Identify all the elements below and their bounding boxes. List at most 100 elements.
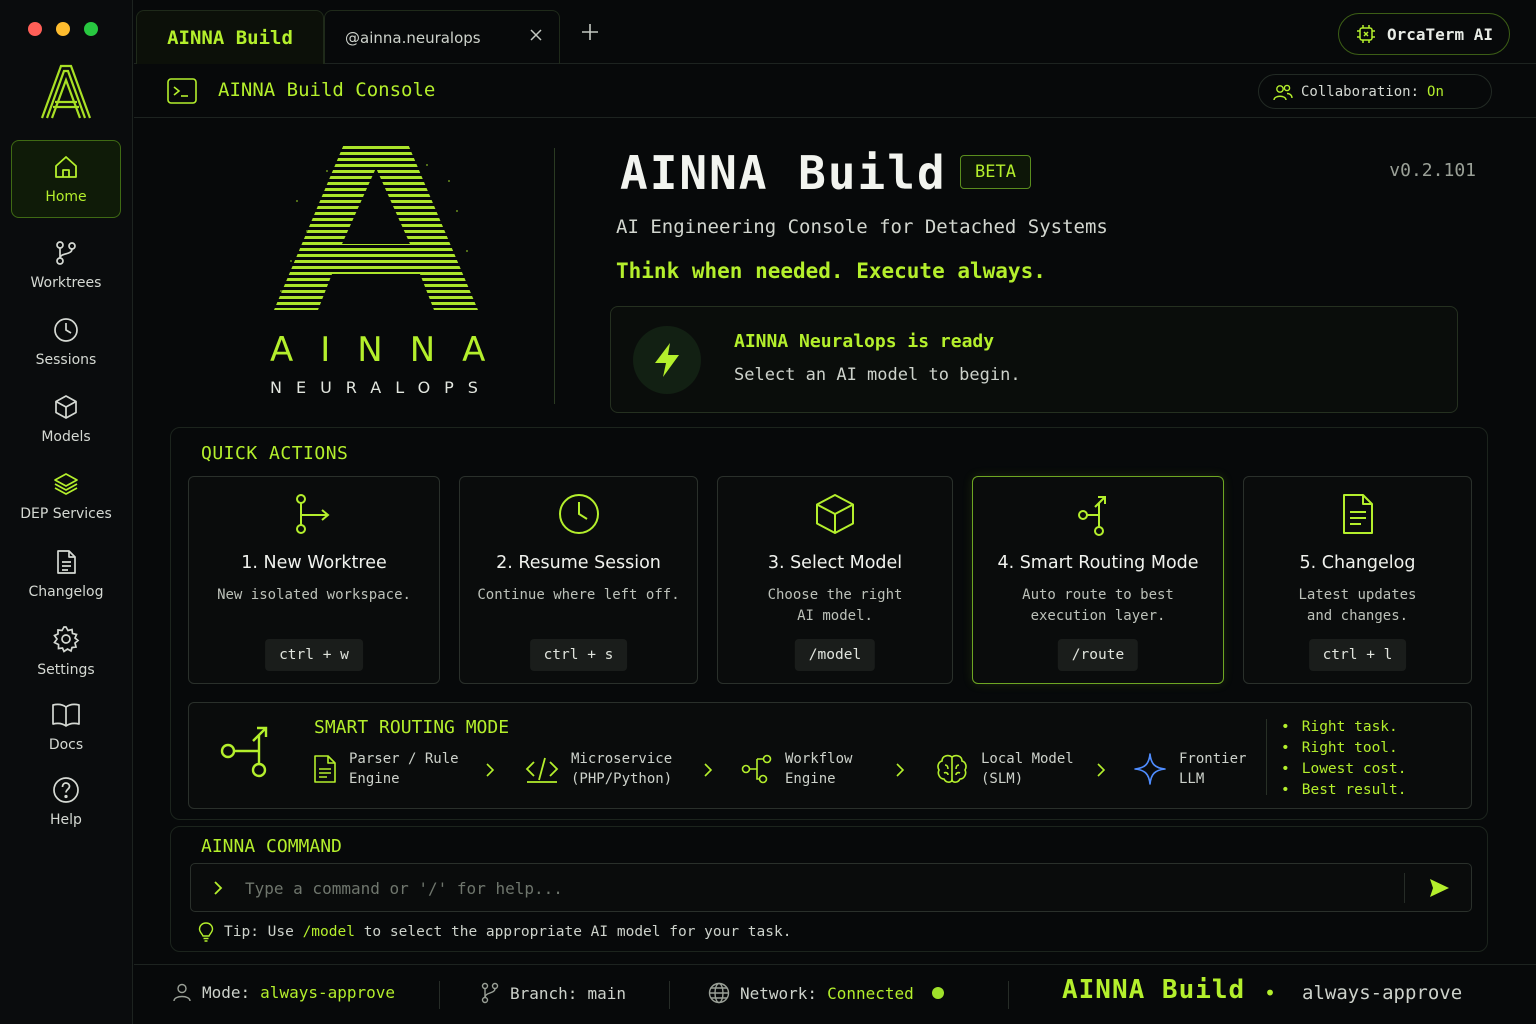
- shortcut-badge: /route: [1057, 639, 1139, 671]
- tab-label: AINNA Build: [167, 26, 293, 49]
- branch-label: Branch:: [510, 983, 578, 1003]
- clock-icon: [558, 494, 599, 534]
- command-heading: AINNA COMMAND: [201, 836, 342, 857]
- sidebar-item-label: Sessions: [35, 352, 97, 368]
- chevron-right-icon: [1097, 763, 1106, 777]
- step-line: Engine: [785, 771, 836, 787]
- console-title: AINNA Build Console: [218, 79, 436, 101]
- layers-icon: [54, 473, 78, 495]
- routing-icon: [1078, 496, 1106, 536]
- version-label: v0.2.101: [1389, 160, 1476, 181]
- routing-icon: [220, 726, 268, 778]
- new-tab-button[interactable]: [580, 22, 600, 42]
- command-tip: Tip: Use /model to select the appropriat…: [198, 922, 791, 942]
- route-step-local-model: Local Model (SLM): [935, 749, 1074, 789]
- git-branch-icon: [56, 241, 76, 265]
- users-icon: [1273, 84, 1293, 100]
- collaboration-toggle[interactable]: Collaboration: On: [1258, 74, 1492, 109]
- step-line: Local Model: [981, 751, 1074, 767]
- smart-routing-panel: SMART ROUTING MODE Parser / Rule Engine M…: [188, 702, 1472, 809]
- network-value: Connected: [827, 983, 914, 1003]
- hero-divider: [554, 148, 555, 404]
- sidebar-item-label: Home: [45, 189, 87, 205]
- orcaterm-label: OrcaTerm AI: [1387, 24, 1493, 44]
- sidebar-item-label: Settings: [37, 662, 95, 678]
- route-step-parser: Parser / Rule Engine: [313, 749, 459, 789]
- quick-action-changelog[interactable]: 5. Changelog Latest updates and changes.…: [1243, 476, 1472, 684]
- sidebar-item-dep-services[interactable]: DEP Services: [11, 457, 121, 535]
- window-maximize-button[interactable]: [84, 22, 98, 36]
- sidebar-item-docs[interactable]: Docs: [11, 688, 121, 766]
- worktree-icon: [296, 494, 330, 534]
- status-divider: [669, 981, 670, 1009]
- clock-icon: [54, 318, 78, 342]
- close-icon[interactable]: [529, 28, 543, 42]
- quick-action-new-worktree[interactable]: 1. New Worktree New isolated workspace. …: [188, 476, 440, 684]
- network-status-dot: [931, 987, 944, 999]
- orcaterm-ai-button[interactable]: OrcaTerm AI: [1338, 13, 1510, 55]
- tip-suffix: to select the appropriate AI model for y…: [363, 924, 792, 940]
- status-brand: AINNA Build: [1062, 975, 1246, 1005]
- lightbulb-icon: [198, 922, 214, 942]
- mode-value: always-approve: [260, 982, 396, 1002]
- window-minimize-button[interactable]: [56, 22, 70, 36]
- benefit-item: Right tool.: [1281, 738, 1407, 759]
- send-button[interactable]: [1428, 877, 1450, 899]
- step-line: LLM: [1179, 771, 1205, 787]
- quick-actions-heading: QUICK ACTIONS: [201, 443, 349, 464]
- help-icon: [53, 777, 79, 803]
- window-close-button[interactable]: [28, 22, 42, 36]
- lightning-icon: [633, 326, 701, 394]
- quick-action-desc: New isolated workspace.: [217, 587, 411, 603]
- sidebar-item-label: DEP Services: [20, 506, 112, 522]
- sidebar-item-sessions[interactable]: Sessions: [11, 303, 121, 381]
- sidebar-item-label: Changelog: [28, 584, 104, 600]
- tab-bar: AINNA Build @ainna.neuralops OrcaTerm AI: [134, 0, 1536, 64]
- step-line: (SLM): [981, 771, 1024, 787]
- tip-command: /model: [302, 924, 355, 940]
- command-input[interactable]: [245, 874, 1385, 902]
- terminal-icon: [167, 78, 197, 104]
- status-network: Network: Connected: [708, 982, 944, 1004]
- sidebar-item-home[interactable]: Home: [11, 140, 121, 218]
- chevron-right-icon: [486, 763, 495, 777]
- quick-action-resume-session[interactable]: 2. Resume Session Continue where left of…: [459, 476, 698, 684]
- sidebar-item-settings[interactable]: Settings: [11, 612, 121, 690]
- benefit-item: Lowest cost.: [1281, 759, 1407, 780]
- sidebar-item-help[interactable]: Help: [11, 763, 121, 841]
- tip-prefix: Tip: Use: [224, 924, 294, 940]
- tagline: Think when needed. Execute always.: [616, 259, 1046, 283]
- chevron-right-icon: [896, 763, 905, 777]
- benefit-item: Best result.: [1281, 780, 1407, 801]
- book-icon: [52, 703, 80, 727]
- quick-action-select-model[interactable]: 3. Select Model Choose the right AI mode…: [717, 476, 953, 684]
- status-bar: Mode: always-approve Branch: main Networ…: [134, 964, 1536, 1024]
- step-line: Engine: [349, 771, 400, 787]
- tab-ainna-build[interactable]: AINNA Build: [136, 10, 324, 64]
- console-header: AINNA Build Console Collaboration: On: [134, 64, 1536, 118]
- quick-action-title: 2. Resume Session: [496, 553, 661, 573]
- document-icon: [314, 755, 336, 783]
- quick-action-title: 5. Changelog: [1299, 553, 1416, 573]
- status-mode[interactable]: Mode: always-approve: [172, 982, 395, 1002]
- benefit-item: Right task.: [1281, 717, 1407, 738]
- brand-subtitle: NEURALOPS: [270, 378, 492, 397]
- sidebar-item-models[interactable]: Models: [11, 380, 121, 458]
- shortcut-badge: /model: [794, 639, 876, 671]
- sidebar: Home Worktrees Sessions Models DEP Servi…: [0, 0, 133, 1024]
- quick-action-title: 4. Smart Routing Mode: [997, 553, 1199, 573]
- ready-title: AINNA Neuralops is ready: [734, 331, 995, 352]
- routing-benefits: Right task. Right tool. Lowest cost. Bes…: [1281, 717, 1407, 801]
- shortcut-badge: ctrl + l: [1308, 639, 1407, 671]
- status-branch[interactable]: Branch: main: [480, 982, 626, 1004]
- quick-action-smart-routing[interactable]: 4. Smart Routing Mode Auto route to best…: [972, 476, 1224, 684]
- tab-ainna-neuralops[interactable]: @ainna.neuralops: [324, 10, 560, 64]
- quick-action-desc: Latest updates and changes.: [1298, 587, 1417, 624]
- step-line: (PHP/Python): [571, 771, 673, 787]
- sidebar-item-worktrees[interactable]: Worktrees: [11, 226, 121, 304]
- workflow-icon: [741, 754, 772, 784]
- sidebar-item-label: Help: [50, 812, 82, 828]
- document-icon: [1342, 494, 1373, 534]
- sidebar-item-changelog[interactable]: Changelog: [11, 535, 121, 613]
- branch-value: main: [587, 983, 626, 1003]
